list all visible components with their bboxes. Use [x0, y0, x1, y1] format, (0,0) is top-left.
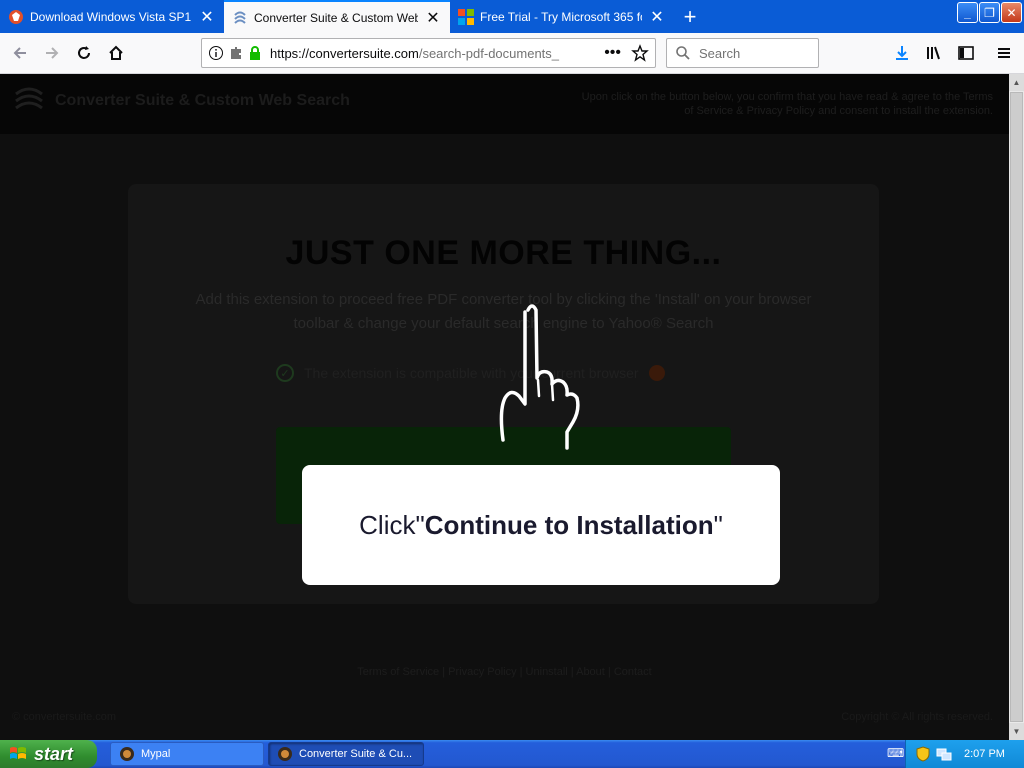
close-icon[interactable]: ✕	[648, 8, 666, 26]
search-icon	[676, 46, 690, 60]
start-label: start	[34, 743, 74, 764]
page-actions-icon[interactable]: •••	[604, 44, 621, 62]
url-bar[interactable]: https://convertersuite.com/search-pdf-do…	[201, 38, 656, 68]
back-arrow-icon	[13, 47, 26, 59]
keyboard-icon[interactable]: ⌨	[887, 746, 904, 760]
tooltip-open-quote: "	[415, 509, 425, 540]
back-button[interactable]	[4, 37, 36, 69]
mypal-app-icon	[120, 747, 134, 761]
tooltip-close-quote: "	[713, 509, 723, 540]
url-text: https://convertersuite.com/search-pdf-do…	[270, 46, 604, 61]
network-icon[interactable]	[936, 746, 952, 762]
tab-strip: Download Windows Vista SP1 late ✕ Conver…	[0, 0, 1024, 33]
check-circle-icon: ✓	[276, 364, 294, 382]
close-window-button[interactable]: ✕	[1001, 2, 1022, 23]
taskbar-item-mypal[interactable]: Mypal	[110, 742, 264, 766]
extension-puzzle-icon[interactable]	[228, 45, 244, 61]
hamburger-menu-icon	[998, 48, 1010, 58]
url-path: /search-pdf-documents_	[418, 45, 560, 61]
bookmark-star-icon[interactable]	[631, 44, 649, 62]
reload-icon	[78, 46, 90, 59]
home-button[interactable]	[100, 37, 132, 69]
library-button[interactable]	[918, 37, 950, 69]
forward-button[interactable]	[36, 37, 68, 69]
footer-right: Copyright © All rights reserved.	[841, 711, 993, 723]
window-controls: _ ❐ ✕	[957, 2, 1022, 23]
mypal-favicon-icon	[9, 9, 23, 24]
start-button[interactable]: start	[0, 740, 97, 768]
search-placeholder: Search	[699, 45, 741, 61]
footer-left: © convertersuite.com	[12, 711, 117, 723]
download-icon	[896, 46, 908, 60]
lock-icon[interactable]	[248, 45, 262, 61]
site-notice: Upon click on the button below, you conf…	[581, 91, 993, 117]
library-icon	[927, 46, 940, 60]
search-bar[interactable]: Search	[666, 38, 819, 68]
card-title: JUST ONE MORE THING...	[285, 234, 722, 272]
downloads-button[interactable]	[886, 37, 918, 69]
tab-microsoft-365[interactable]: Free Trial - Try Microsoft 365 for a ✕	[450, 0, 674, 33]
site-name: Converter Suite & Custom Web Search	[55, 92, 350, 109]
taskbar-item-label: Converter Suite & Cu...	[299, 748, 413, 760]
new-tab-button[interactable]: +	[674, 0, 706, 33]
minimize-button[interactable]: _	[957, 2, 978, 23]
close-icon[interactable]: ✕	[198, 8, 216, 26]
site-header: Converter Suite & Custom Web Search Upon…	[0, 74, 1009, 134]
navigation-toolbar: https://convertersuite.com/search-pdf-do…	[0, 33, 1024, 74]
info-icon[interactable]	[208, 45, 224, 61]
hand-pointer-icon	[499, 304, 580, 450]
tab-title: Free Trial - Try Microsoft 365 for a	[480, 9, 642, 24]
taskbar-item-label: Mypal	[141, 748, 171, 760]
security-shield-icon[interactable]	[916, 746, 930, 762]
url-host: https://convertersuite.com	[270, 45, 419, 61]
tab-converter-suite[interactable]: Converter Suite & Custom Web Se ✕	[224, 0, 450, 33]
forward-arrow-icon	[46, 47, 59, 59]
site-logo-icon	[15, 87, 43, 110]
tooltip-action: Continue to Installation	[424, 509, 714, 540]
sidebar-button[interactable]	[950, 37, 982, 69]
tab-title: Converter Suite & Custom Web Se	[254, 10, 418, 25]
toolbar-right	[886, 37, 1020, 69]
browser-logo-icon	[648, 365, 665, 381]
menu-button[interactable]	[988, 37, 1020, 69]
sidebar-icon	[958, 46, 974, 60]
scroll-thumb[interactable]	[1010, 92, 1023, 722]
microsoft-logo-icon	[458, 8, 474, 25]
clock: 2:07 PM	[964, 748, 1005, 760]
scroll-down-arrow-icon[interactable]: ▼	[1009, 723, 1024, 740]
close-icon[interactable]: ✕	[424, 9, 442, 27]
reload-button[interactable]	[68, 37, 100, 69]
system-tray: 2:07 PM	[905, 740, 1024, 768]
scroll-up-arrow-icon[interactable]: ▲	[1009, 74, 1024, 91]
tab-title: Download Windows Vista SP1 late	[30, 9, 192, 24]
taskbar-item-converter[interactable]: Converter Suite & Cu...	[268, 742, 424, 766]
vertical-scrollbar[interactable]: ▲ ▼	[1009, 74, 1024, 740]
restore-button[interactable]: ❐	[979, 2, 1000, 23]
compatibility-text: The extension is compatible with your cu…	[304, 365, 639, 381]
mypal-app-icon	[278, 747, 292, 761]
tooltip-prefix: Click	[359, 509, 416, 540]
home-icon	[109, 45, 123, 60]
windows-flag-icon	[10, 747, 26, 759]
converter-favicon-icon	[234, 11, 246, 24]
instruction-tooltip: Click " Continue to Installation "	[302, 465, 780, 585]
tab-download-vista[interactable]: Download Windows Vista SP1 late ✕	[0, 0, 224, 33]
footer-links[interactable]: Terms of Service | Privacy Policy | Unin…	[0, 666, 1009, 678]
